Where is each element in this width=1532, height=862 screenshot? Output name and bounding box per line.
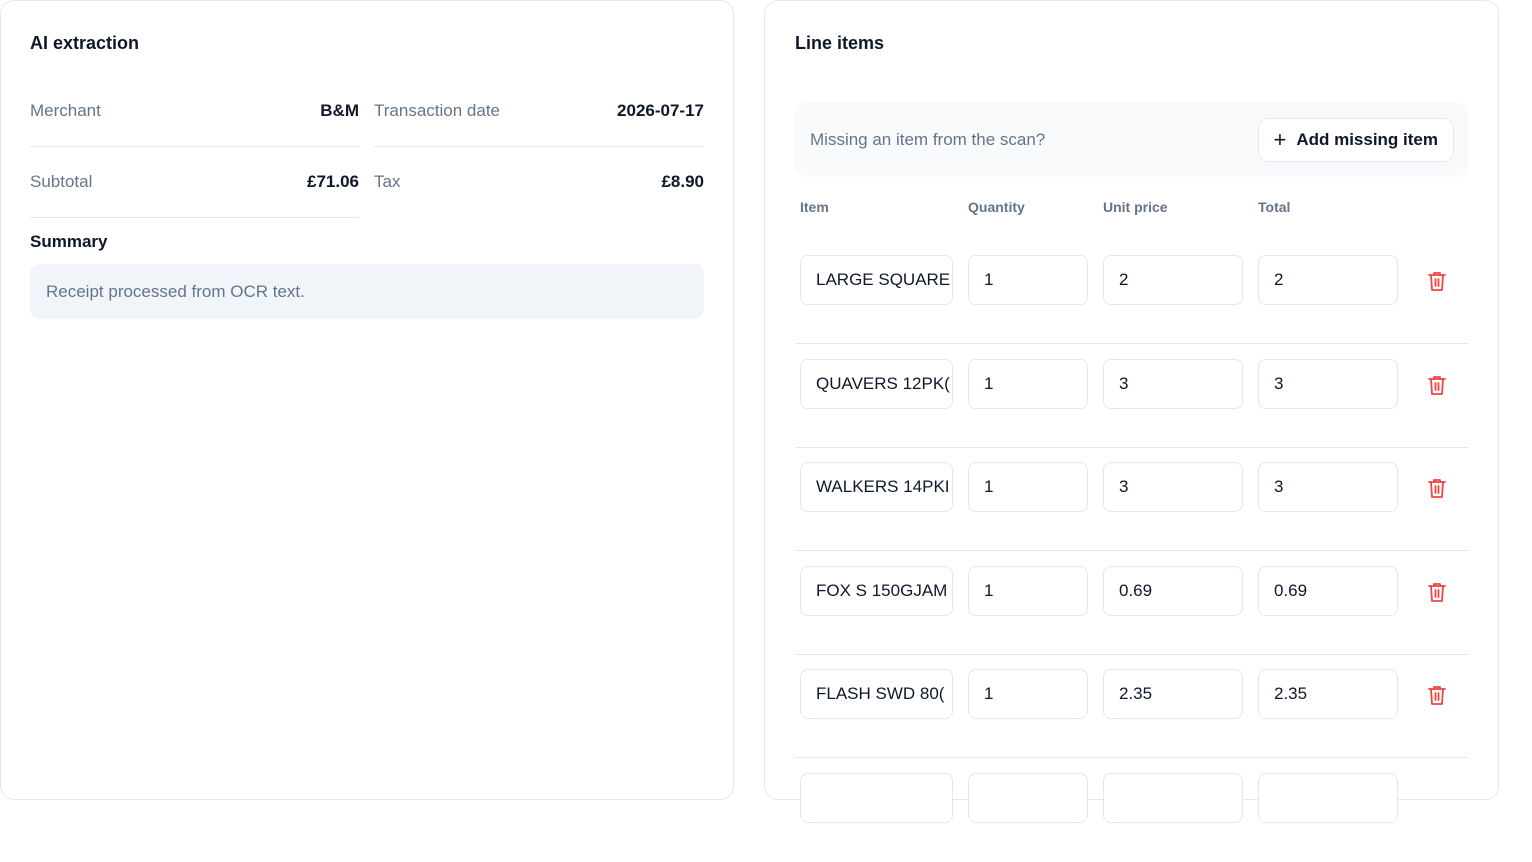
merchant-value: B&M: [320, 100, 359, 120]
line-items-panel: Line items Missing an item from the scan…: [764, 0, 1499, 823]
quantity-input[interactable]: 1: [968, 462, 1088, 512]
trash-icon[interactable]: [1427, 374, 1447, 396]
merchant-field: Merchant B&M: [30, 75, 359, 147]
missing-item-prompt: Missing an item from the scan?: [810, 129, 1046, 149]
table-row: FLASH SWD 80( 1 2.35 2.35: [795, 654, 1468, 758]
total-input[interactable]: 3: [1258, 358, 1398, 409]
item-name-input[interactable]: FOX S 150GJAM: [800, 565, 953, 616]
item-name-input[interactable]: LARGE SQUARE: [800, 255, 953, 305]
unit-price-input[interactable]: 2.35: [1103, 669, 1243, 719]
item-name-input[interactable]: QUAVERS 12PK(: [800, 358, 953, 409]
subtotal-label: Subtotal: [30, 171, 93, 191]
unit-price-input[interactable]: 3: [1103, 462, 1243, 512]
row-input[interactable]: [968, 772, 1088, 823]
transaction-date-value: 2026-07-17: [617, 100, 704, 120]
table-row: WALKERS 14PKI 1 3 3: [795, 447, 1468, 551]
ai-extraction-panel: AI extraction Merchant B&M Transaction d…: [0, 0, 734, 800]
item-name-input[interactable]: WALKERS 14PKI: [800, 462, 953, 512]
quantity-input[interactable]: 1: [968, 358, 1088, 409]
tax-field: Tax £8.90: [374, 146, 704, 218]
item-name-input[interactable]: FLASH SWD 80(: [800, 669, 953, 719]
column-header-quantity: Quantity: [968, 199, 1025, 215]
trash-icon[interactable]: [1427, 270, 1447, 292]
missing-item-bar: Missing an item from the scan? + Add mis…: [795, 102, 1468, 177]
plus-icon: +: [1273, 126, 1287, 152]
table-row: [795, 758, 1468, 862]
column-header-item: Item: [800, 199, 829, 215]
panel-title: Line items: [795, 33, 885, 53]
unit-price-input[interactable]: 2: [1103, 255, 1243, 305]
subtotal-value: £71.06: [307, 171, 359, 191]
table-row: LARGE SQUARE 1 2 2: [795, 240, 1468, 344]
summary-title: Summary: [30, 232, 108, 251]
transaction-date-field: Transaction date 2026-07-17: [374, 75, 704, 147]
summary-text: Receipt processed from OCR text.: [30, 264, 704, 319]
transaction-date-label: Transaction date: [374, 100, 500, 120]
merchant-label: Merchant: [30, 100, 101, 120]
subtotal-field: Subtotal £71.06: [30, 146, 359, 218]
total-input[interactable]: 2.35: [1258, 669, 1398, 719]
column-header-unit-price: Unit price: [1103, 199, 1168, 215]
add-missing-item-label: Add missing item: [1296, 129, 1438, 149]
total-input[interactable]: 2: [1258, 255, 1398, 305]
quantity-input[interactable]: 1: [968, 669, 1088, 719]
total-input[interactable]: 3: [1258, 462, 1398, 512]
row-input[interactable]: [800, 772, 953, 823]
unit-price-input[interactable]: 0.69: [1103, 565, 1243, 616]
tax-label: Tax: [374, 172, 401, 191]
total-input[interactable]: 0.69: [1258, 565, 1398, 616]
table-row: FOX S 150GJAM 1 0.69 0.69: [795, 551, 1468, 655]
unit-price-input[interactable]: 3: [1103, 358, 1243, 409]
panel-title: AI extraction: [30, 33, 140, 53]
row-input[interactable]: [1258, 772, 1398, 823]
tax-value: £8.90: [661, 172, 704, 191]
quantity-input[interactable]: 1: [968, 565, 1088, 616]
row-input[interactable]: [1103, 772, 1243, 823]
add-missing-item-button[interactable]: + Add missing item: [1258, 117, 1454, 162]
trash-icon[interactable]: [1427, 581, 1447, 603]
trash-icon[interactable]: [1427, 684, 1447, 706]
trash-icon[interactable]: [1427, 477, 1447, 499]
table-row: QUAVERS 12PK(1 3 3: [795, 344, 1468, 448]
column-header-total: Total: [1258, 199, 1291, 215]
quantity-input[interactable]: 1: [968, 255, 1088, 305]
